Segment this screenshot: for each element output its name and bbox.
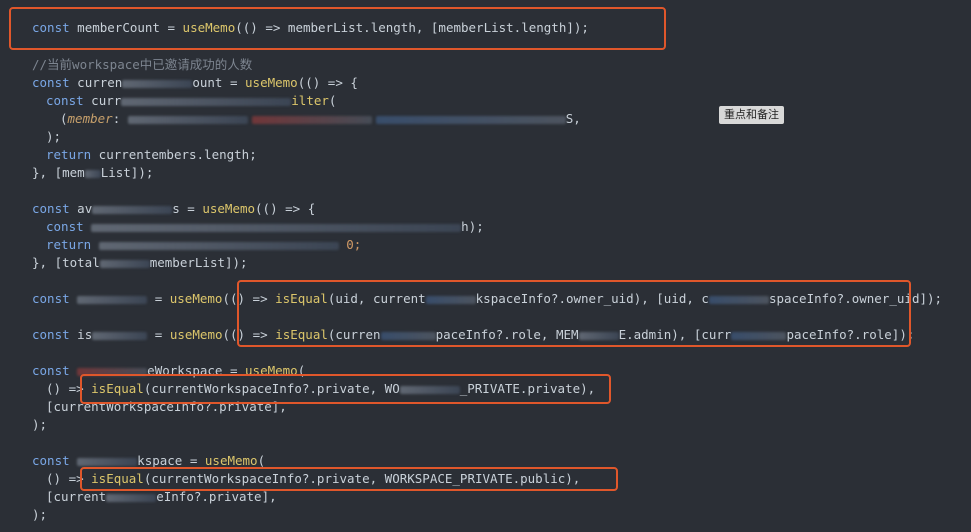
code-comment: //当前workspace中已邀请成功的人数 <box>32 57 253 72</box>
redacted-text <box>99 259 150 268</box>
code-line-deps-total: }, [total memberList]); <box>32 255 248 270</box>
redacted-text <box>122 79 193 88</box>
redacted-text <box>84 169 101 178</box>
editor-gutter <box>0 0 14 532</box>
redacted-text <box>77 295 148 304</box>
code-line-available: const av s = useMemo(() => { <box>32 201 316 216</box>
code-line-return-length: return currentembers.length; <box>46 147 257 162</box>
code-line-return-remain: return 0; <box>46 237 362 252</box>
code-editor[interactable]: const memberCount = useMemo(() => member… <box>0 0 971 532</box>
code-line-filter: const curr ilter( <box>46 93 337 108</box>
highlight-box-owner-admin <box>237 280 911 347</box>
highlight-box-public <box>80 467 618 491</box>
code-line-close-paren: ); <box>46 129 62 144</box>
redacted-text <box>375 115 566 124</box>
redacted-text <box>121 97 292 106</box>
code-line-close-private: ); <box>32 417 48 432</box>
redacted-text <box>251 115 372 124</box>
code-line-deps-member-list: }, [mem List]); <box>32 165 154 180</box>
redacted-text <box>92 205 173 214</box>
redacted-text <box>127 115 248 124</box>
highlight-box-private <box>80 374 611 404</box>
code-line-filter-param: (member: S, <box>60 111 581 126</box>
code-line-close-public: ); <box>32 507 48 522</box>
redacted-text <box>106 493 157 502</box>
redacted-text <box>98 241 339 250</box>
redacted-text <box>91 223 462 232</box>
redacted-text <box>77 457 138 466</box>
annotation-tooltip: 重点和备注 <box>719 106 784 124</box>
highlight-box-member-count <box>9 7 666 50</box>
redacted-text <box>92 331 148 340</box>
code-line-current-count: const curren ount = useMemo(() => { <box>32 75 358 90</box>
code-line-remain: const h); <box>46 219 484 234</box>
